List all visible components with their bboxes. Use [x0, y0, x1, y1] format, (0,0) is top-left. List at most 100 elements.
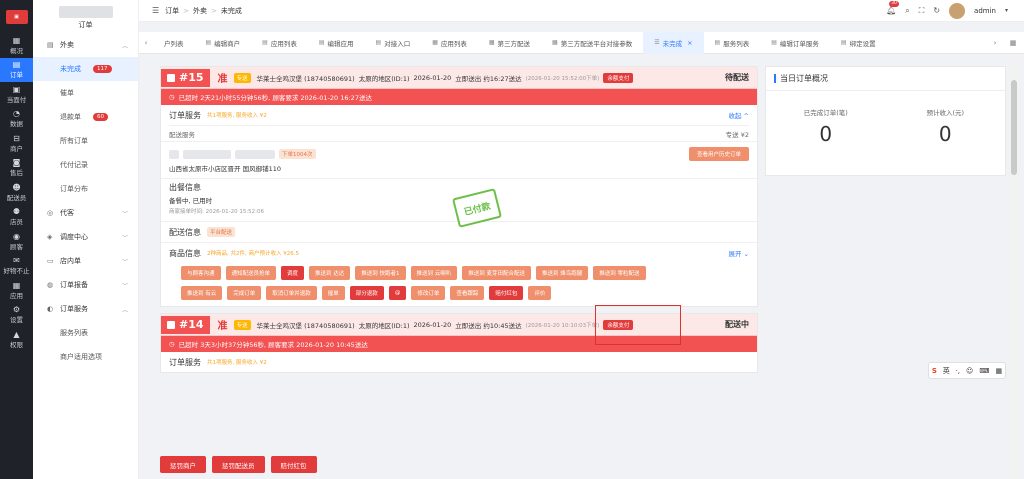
order-action-button[interactable]: 推送到 有云 — [181, 286, 223, 300]
order-action-button[interactable]: 修改订单 — [411, 286, 446, 300]
rail-item[interactable]: ▣ 当面付 — [0, 82, 33, 107]
order-action-button[interactable]: 部分退款 — [349, 286, 384, 300]
tab-9[interactable]: ▤ 服务列表 — [704, 32, 761, 54]
breadcrumb-takeaway[interactable]: 外卖 — [193, 6, 207, 16]
avatar[interactable] — [949, 2, 966, 19]
order-action-button[interactable]: 推送到 烽鸟跑腿 — [536, 266, 589, 280]
order-action-button[interactable]: @ — [388, 286, 407, 300]
menu-item-service-list[interactable]: 服务列表 — [33, 321, 138, 345]
rail-item[interactable]: ☻ 配送员 — [0, 180, 33, 205]
tab-icon: ▤ — [375, 39, 382, 46]
refresh-icon[interactable]: ↻ — [933, 6, 940, 15]
order-action-button[interactable]: 推送到 达达 — [309, 266, 351, 280]
scrollbar-thumb[interactable] — [1011, 80, 1017, 175]
menu-group-order-report[interactable]: ◍ 订单报备 ﹀ — [33, 273, 138, 297]
tab-scroll-left-icon[interactable]: ‹ — [139, 39, 153, 47]
menu-item-refund[interactable]: 退款单 60 — [33, 105, 138, 129]
bell-icon[interactable]: 🔔︎ 30 — [886, 1, 899, 15]
ime-logo-icon[interactable]: S — [932, 367, 937, 375]
menu-group-order-service[interactable]: ◐ 订单服务 ︿ — [33, 297, 138, 321]
rail-item[interactable]: ◔ 数据 — [0, 107, 33, 132]
collapse-link[interactable]: 收起 ^ — [728, 110, 749, 120]
bottom-action-button[interactable]: 惩罚商户 — [160, 456, 206, 473]
order-action-button[interactable]: 推送到 云喇叭 — [410, 266, 458, 280]
ime-tool-icon[interactable]: ▦ — [995, 367, 1002, 375]
tab-menu-grid-icon[interactable]: ▦ — [1002, 39, 1024, 47]
order-checkbox[interactable] — [167, 320, 175, 329]
breadcrumb-orders[interactable]: 订单 — [165, 6, 179, 16]
rail-item[interactable]: ▦ 概况 — [0, 33, 33, 58]
sub-menu-title: 订单 — [78, 21, 93, 29]
menu-group-dispatch[interactable]: ◈ 调度中心 ﹀ — [33, 225, 138, 249]
tab-5[interactable]: ▦ 应用列表 — [421, 32, 478, 54]
history-orders-button[interactable]: 查看用户历史订单 — [688, 147, 749, 161]
order-action-button[interactable]: 推送到 麦芽田配合配送 — [462, 266, 532, 280]
menu-group-takeaway[interactable]: ▤ 外卖 ︿ — [33, 33, 138, 57]
bottom-action-buttons: 惩罚商户 惩罚配送员 赔付红包 — [160, 452, 317, 477]
order-action-button[interactable]: 赔付红包 — [489, 286, 524, 300]
order-action-button[interactable]: 完成订单 — [227, 286, 262, 300]
order-action-button[interactable]: 推送到 快跑者1 — [355, 266, 406, 280]
rail-item[interactable]: ✉ 好物不止 — [0, 254, 33, 279]
order-action-button[interactable]: 与顾客沟通 — [181, 266, 221, 280]
collapse-menu-icon[interactable]: ☰ — [152, 6, 159, 15]
order-number: #15 — [179, 71, 204, 84]
rail-item[interactable]: ⚙ 设置 — [0, 303, 33, 328]
tab-icon: ▦ — [488, 39, 495, 46]
tab-11[interactable]: ▤ 绑定设置 — [830, 32, 887, 54]
close-icon[interactable]: × — [687, 39, 692, 47]
rail-item[interactable]: ▤ 订单 — [0, 57, 33, 82]
menu-item-proxy-pay[interactable]: 代付记录 — [33, 153, 138, 177]
caret-down-icon[interactable]: ▾ — [1005, 7, 1008, 14]
fullscreen-icon[interactable]: ⛶ — [919, 6, 925, 16]
rail-label: 设置 — [10, 316, 23, 325]
ime-language-toggle[interactable]: 英 — [943, 366, 950, 376]
tab-3[interactable]: ▤ 编辑应用 — [308, 32, 365, 54]
tab-7[interactable]: ▦ 第三方配送平台对接参数 — [541, 32, 643, 54]
order-action-button[interactable]: 催单 — [321, 286, 345, 300]
ime-tool-icon[interactable]: ☺ — [966, 367, 973, 375]
order-action-button[interactable]: 查看跟踪 — [450, 286, 485, 300]
menu-item-label: 服务列表 — [60, 329, 88, 337]
order-action-button[interactable]: 取消订单并退款 — [266, 286, 317, 300]
user-name[interactable]: admin — [974, 7, 996, 15]
menu-group-store-order[interactable]: ▭ 店内单 ﹀ — [33, 249, 138, 273]
search-icon[interactable]: ⌕ — [905, 6, 909, 16]
order-action-button[interactable]: 推送到 零粒配送 — [593, 266, 646, 280]
rail-item[interactable]: ▦ 应用 — [0, 278, 33, 303]
order-checkbox[interactable] — [167, 73, 175, 82]
ime-tool-icon[interactable]: ⌨ — [979, 367, 989, 375]
bottom-action-button[interactable]: 赔付红包 — [270, 456, 317, 473]
order-action-button[interactable]: 评价 — [528, 286, 552, 300]
tab-1[interactable]: ▤ 编辑商户 — [195, 32, 252, 54]
menu-group-agent[interactable]: ◎ 代客 ﹀ — [33, 201, 138, 225]
order-action-button[interactable]: 调度 — [281, 266, 305, 280]
rail-item[interactable]: ◙ 售后 — [0, 156, 33, 181]
top-right-tools: 🔔︎ 30 ⌕ ⛶ ↻ admin ▾ — [886, 1, 1024, 19]
order-action-button[interactable]: 通知配送员抢单 — [225, 266, 277, 280]
service-summary: 共1项服务, 服务收入 ¥2 — [207, 360, 267, 366]
chevron-down-icon: ﹀ — [121, 234, 128, 242]
tab-scroll-right-icon[interactable]: › — [988, 39, 1002, 47]
expand-link[interactable]: 展开 ⌄ — [728, 248, 749, 258]
tab-4[interactable]: ▤ 对接入口 — [365, 32, 422, 54]
tab-2[interactable]: ▤ 应用列表 — [251, 32, 308, 54]
rail-item[interactable]: ◉ 顾客 — [0, 229, 33, 254]
bottom-action-button[interactable]: 惩罚配送员 — [212, 456, 265, 473]
rail-item[interactable]: ⚉ 店员 — [0, 205, 33, 230]
tab-10[interactable]: ▤ 编辑订单服务 — [760, 32, 830, 54]
menu-item-pending[interactable]: 催单 — [33, 81, 138, 105]
menu-item-merchant-options[interactable]: 商户适用选项 — [33, 345, 138, 369]
menu-item-order-distribution[interactable]: 订单分布 — [33, 177, 138, 201]
menu-item-all-orders[interactable]: 所有订单 — [33, 129, 138, 153]
delivery-address: 山西省太原市小店区晋开 国风御铺110 — [169, 165, 281, 173]
rail-item[interactable]: ▲ 权限 — [0, 327, 33, 352]
tab-8[interactable]: ☰ 未完成 × — [643, 31, 704, 54]
tab-6[interactable]: ▦ 第三方配送 — [478, 32, 541, 54]
ime-tool-icon[interactable]: ·, — [956, 367, 960, 375]
tab-0[interactable]: 户列表 — [153, 32, 195, 54]
overdue-text: 已超时 3天3小时37分钟56秒, 顾客要求 2026-01-20 10:45送… — [178, 341, 368, 349]
menu-item-unfinished[interactable]: 未完成 117 — [33, 57, 138, 81]
rail-item[interactable]: ⊟ 商户 — [0, 131, 33, 156]
stat-label: 已完成订单(笔) — [803, 109, 848, 117]
